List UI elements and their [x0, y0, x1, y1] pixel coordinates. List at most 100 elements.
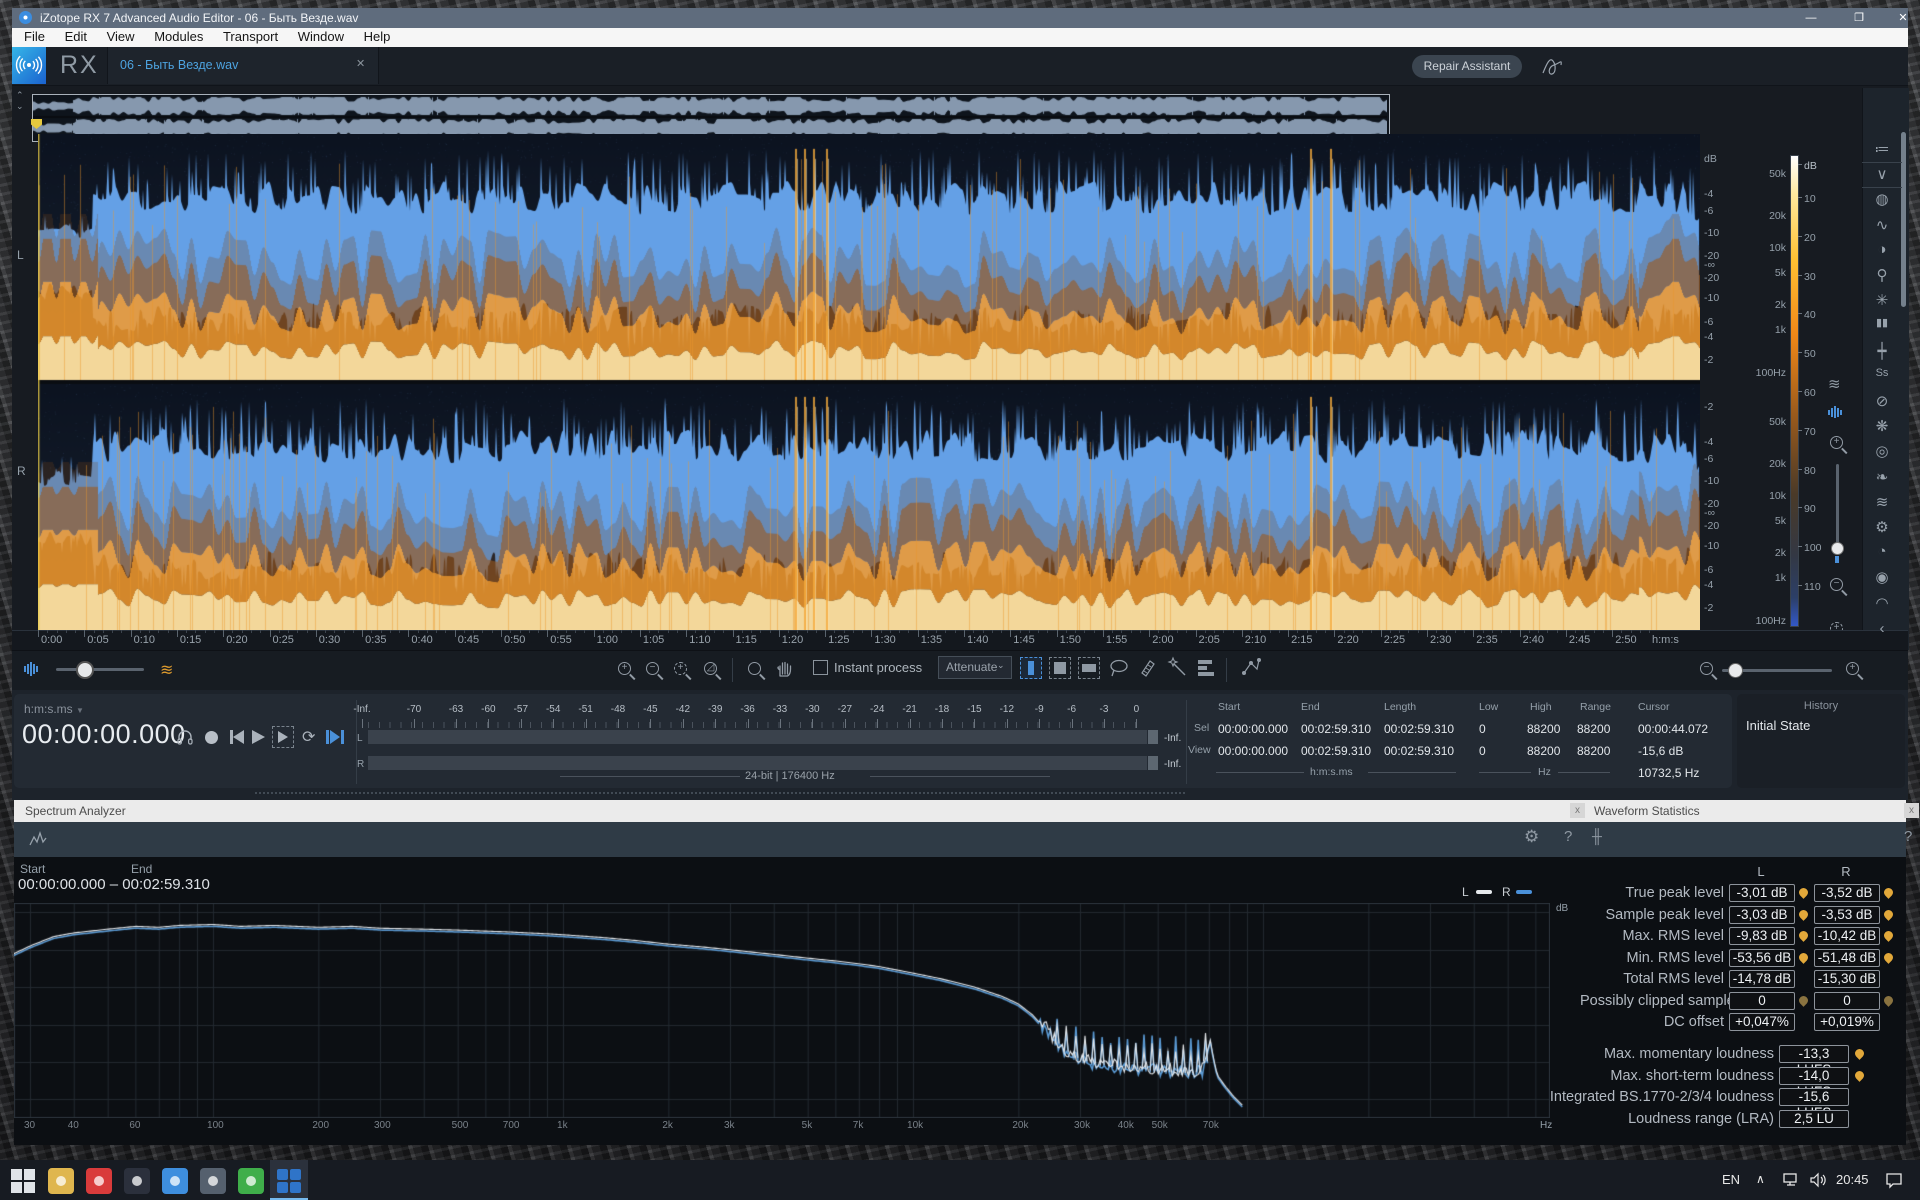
- monitor-icon[interactable]: [176, 728, 194, 751]
- spectrum-trace-icon[interactable]: [28, 829, 50, 854]
- plugin-icon[interactable]: ⚙: [1862, 518, 1902, 536]
- taskbar-izotope-rx[interactable]: [276, 1168, 302, 1194]
- clock[interactable]: 20:45: [1836, 1172, 1869, 1187]
- de-reverb-icon[interactable]: ◎: [1862, 442, 1902, 460]
- minimize-button[interactable]: —: [1794, 8, 1828, 28]
- zoom-last-icon[interactable]: ◿: [704, 662, 717, 675]
- statistics-help-icon[interactable]: ?: [1904, 828, 1912, 845]
- de-plosive-icon[interactable]: ⚲: [1862, 266, 1902, 284]
- dialogue-contour-icon[interactable]: ◔: [1862, 543, 1902, 560]
- start-button[interactable]: [10, 1168, 36, 1194]
- zoom-out-icon[interactable]: −: [646, 662, 659, 675]
- horizontal-zoom-knob[interactable]: [1728, 663, 1743, 678]
- time-selection-tool[interactable]: [1020, 657, 1042, 679]
- taskbar-app-dark[interactable]: [124, 1168, 150, 1194]
- history-entry[interactable]: Initial State: [1746, 718, 1810, 733]
- menu-edit[interactable]: Edit: [57, 28, 95, 45]
- taskbar-file-explorer[interactable]: [48, 1168, 74, 1194]
- resize-handle[interactable]: [255, 792, 1185, 794]
- collapse-up-icon[interactable]: ⌃: [16, 90, 24, 101]
- view-start[interactable]: 00:00:00.000: [1218, 744, 1288, 758]
- freq-unit-label[interactable]: Hz: [1538, 766, 1551, 778]
- horizontal-zoom-out-icon[interactable]: −: [1700, 662, 1713, 675]
- zoom-selection-icon[interactable]: +: [674, 662, 687, 675]
- language-indicator[interactable]: EN: [1722, 1172, 1740, 1187]
- play-selection-button[interactable]: [272, 726, 294, 748]
- spectrum-close-icon[interactable]: x: [1570, 803, 1585, 818]
- view-range[interactable]: 88200: [1577, 744, 1610, 758]
- repair-assistant-button[interactable]: Repair Assistant: [1412, 55, 1522, 78]
- spectrogram-view[interactable]: [38, 134, 1700, 630]
- sel-range[interactable]: 88200: [1577, 722, 1610, 736]
- menu-window[interactable]: Window: [290, 28, 352, 45]
- view-low[interactable]: 0: [1479, 744, 1486, 758]
- spectral-repair-icon[interactable]: ❋: [1862, 417, 1902, 435]
- composite-view-icon[interactable]: ▮▮: [1862, 316, 1902, 329]
- taskbar-browser-blue[interactable]: [162, 1168, 188, 1194]
- maximize-button[interactable]: ❐: [1842, 8, 1876, 28]
- de-noise-icon[interactable]: ✳: [1862, 291, 1902, 309]
- de-click-icon[interactable]: ∿: [1862, 216, 1902, 234]
- tray-chevron-icon[interactable]: ∧: [1756, 1172, 1765, 1186]
- dialogue-isolate-icon[interactable]: ◉: [1862, 568, 1902, 586]
- gear-icon[interactable]: ⚙: [1524, 827, 1539, 847]
- brush-tool-icon[interactable]: [1138, 657, 1158, 682]
- sel-end[interactable]: 00:02:59.310: [1301, 722, 1371, 736]
- taskbar-app-green[interactable]: [238, 1168, 264, 1194]
- play-button[interactable]: [252, 730, 265, 744]
- spectrogram-canvas[interactable]: [38, 134, 1700, 630]
- close-button[interactable]: ✕: [1886, 8, 1920, 28]
- spectrum-plot[interactable]: [14, 903, 1550, 1118]
- taskbar-app-red[interactable]: [86, 1168, 112, 1194]
- menu-help[interactable]: Help: [356, 28, 399, 45]
- waveform-statistics-title[interactable]: Waveform Statistics: [1594, 804, 1700, 818]
- de-wind-icon[interactable]: ≋: [1862, 493, 1902, 511]
- sel-high[interactable]: 88200: [1527, 722, 1560, 736]
- sel-low[interactable]: 0: [1479, 722, 1486, 736]
- magic-wand-tool-icon[interactable]: [1166, 656, 1188, 683]
- spectrum-help-icon[interactable]: ?: [1564, 828, 1572, 845]
- time-format-selector[interactable]: h:m:s.ms ▼: [24, 702, 84, 716]
- volume-icon[interactable]: [1808, 1171, 1828, 1194]
- de-hum-icon[interactable]: ⊘: [1862, 392, 1902, 410]
- lasso-tool-icon[interactable]: [1108, 658, 1130, 683]
- statistics-close-icon[interactable]: x: [1904, 803, 1919, 818]
- vertical-zoom-out-icon[interactable]: −: [1830, 578, 1843, 591]
- sel-start[interactable]: 00:00:00.000: [1218, 722, 1288, 736]
- view-blend-slider[interactable]: [56, 668, 144, 671]
- horizontal-zoom-in-icon[interactable]: +: [1846, 662, 1859, 675]
- module-list-icon[interactable]: ≔: [1862, 140, 1902, 163]
- record-button[interactable]: [205, 731, 218, 744]
- menu-view[interactable]: View: [99, 28, 143, 45]
- waveform-view-icon[interactable]: [24, 662, 38, 676]
- magnify-tool-icon[interactable]: [748, 662, 761, 675]
- time-unit-label[interactable]: h:m:s.ms: [1310, 766, 1353, 778]
- overview-waveform[interactable]: [33, 95, 1387, 139]
- waveform-mode-icon[interactable]: [1828, 406, 1842, 418]
- spectrogram-view-icon[interactable]: ≋: [160, 660, 173, 680]
- taskbar-app-steel[interactable]: [200, 1168, 226, 1194]
- view-blend-knob[interactable]: [76, 661, 94, 679]
- collapse-down-icon[interactable]: ⌄: [16, 101, 24, 112]
- de-rustle-icon[interactable]: ❧: [1862, 468, 1902, 486]
- view-high[interactable]: 88200: [1527, 744, 1560, 758]
- instant-process-checkbox[interactable]: [813, 660, 828, 675]
- view-end[interactable]: 00:02:59.310: [1301, 744, 1371, 758]
- collapse-panel-icon[interactable]: ‹: [1862, 620, 1902, 637]
- vertical-zoom-slider[interactable]: [1836, 464, 1839, 554]
- spectrum-analyzer-title[interactable]: Spectrum Analyzer: [25, 804, 126, 818]
- frequency-selection-tool[interactable]: [1078, 657, 1100, 679]
- de-bleed-icon[interactable]: ◍: [1862, 190, 1902, 208]
- vertical-zoom-in-icon[interactable]: +: [1830, 436, 1843, 449]
- fade-icon[interactable]: ◠: [1862, 594, 1902, 612]
- instant-process-nodes-icon[interactable]: [1240, 656, 1262, 683]
- meter-config-icon[interactable]: ╫: [1592, 828, 1602, 844]
- sel-length[interactable]: 00:02:59.310: [1384, 722, 1454, 736]
- menu-transport[interactable]: Transport: [215, 28, 286, 45]
- process-mode-dropdown[interactable]: Attenuate ⌄: [938, 656, 1012, 679]
- zoom-in-icon[interactable]: +: [618, 662, 631, 675]
- spectrogram-mode-icon[interactable]: ≋: [1828, 375, 1841, 393]
- menu-modules[interactable]: Modules: [146, 28, 211, 45]
- vertical-zoom-slider-knob[interactable]: [1831, 542, 1844, 555]
- de-crackle-icon[interactable]: ┿: [1862, 342, 1902, 360]
